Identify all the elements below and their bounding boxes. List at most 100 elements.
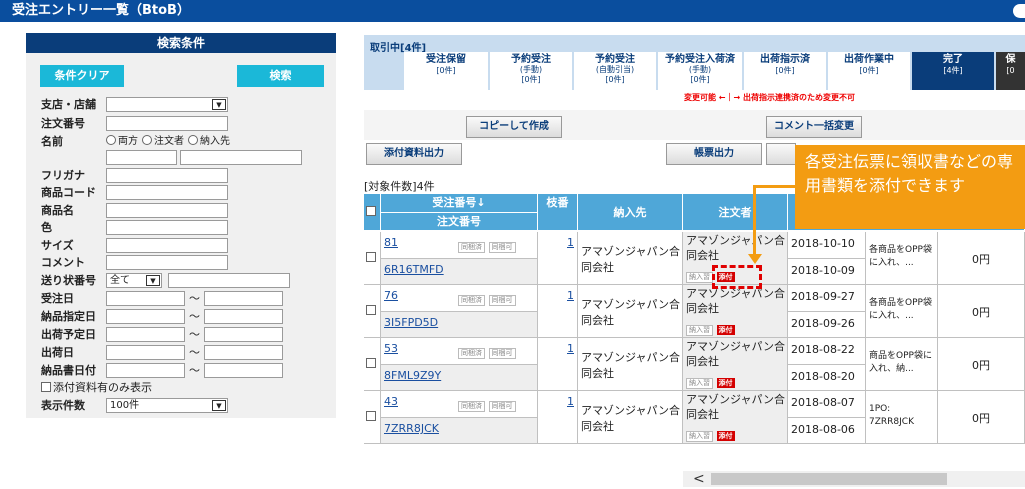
name-input-2[interactable] [180, 150, 302, 165]
order-no-link[interactable]: 81 [384, 236, 398, 249]
invoice-date-from[interactable] [106, 363, 185, 378]
search-header: 検索条件 [26, 33, 336, 53]
delivery-badge: 納入習 [686, 431, 713, 442]
window-control-icon[interactable] [1013, 4, 1025, 18]
name-radio-orderer[interactable]: 注文者 [142, 134, 184, 150]
attachment-badge[interactable]: 添付 [716, 378, 735, 388]
order-number-input[interactable] [106, 116, 228, 131]
attachment-output-button[interactable]: 添付資料出力 [366, 143, 462, 165]
branch-link[interactable]: 1 [567, 395, 574, 408]
page-title-bar: 受注エントリー一覧（BtoB） [0, 0, 1025, 22]
ship-plan-date-to[interactable] [204, 327, 283, 342]
product-code-input[interactable] [106, 185, 228, 200]
row-checkbox-cell [364, 285, 381, 338]
order-no-link[interactable]: 76 [384, 289, 398, 302]
attachment-badge[interactable]: 添付 [716, 325, 735, 335]
furigana-input[interactable] [106, 168, 228, 183]
search-button[interactable]: 検索 [237, 65, 324, 87]
note-cell: 商品をOPP袋に入れ、納... [866, 338, 938, 391]
attachment-only-checkbox[interactable]: 添付資料有のみ表示 [41, 380, 152, 396]
order-date-to[interactable] [204, 291, 283, 306]
row-checkbox[interactable] [366, 411, 376, 421]
select-all-checkbox[interactable] [366, 206, 376, 216]
name-radio-both[interactable]: 両方 [106, 134, 138, 150]
delivery-date-to[interactable] [204, 309, 283, 324]
header-order-number[interactable]: 注文番号 [381, 213, 538, 231]
header-orderer[interactable]: 注文者 [683, 194, 788, 231]
order-number-link[interactable]: 6R16TMFD [384, 263, 444, 276]
branch-link[interactable]: 1 [567, 342, 574, 355]
order-number-cell: 3I5FPD5D [381, 312, 538, 338]
order-no-cell: 76 同梱済 同梱可 [381, 285, 538, 312]
product-code-label: 商品コード [41, 186, 96, 199]
date1-cell: 2018-09-27 [788, 285, 866, 312]
chevron-down-icon: ▼ [212, 400, 226, 411]
clear-conditions-button[interactable]: 条件クリア [40, 65, 124, 87]
size-input[interactable] [106, 238, 228, 253]
order-no-link[interactable]: 53 [384, 342, 398, 355]
invoice-status-select[interactable]: 全て ▼ [106, 273, 162, 288]
tab-order-hold[interactable]: 受注保留 [0件] [404, 52, 488, 90]
header-branch[interactable]: 枝番 [538, 194, 578, 231]
tab-complete[interactable]: 完了 [4件] [912, 52, 994, 90]
date2-cell: 2018-08-20 [788, 365, 866, 391]
merge-ok-badge: 同梱可 [488, 242, 516, 253]
tab-shipping-work[interactable]: 出荷作業中 [0件] [828, 52, 910, 90]
orderer-cell: アマゾンジャパン合同会社 納入習 添付 [683, 338, 788, 391]
store-label: 支店・店舗 [41, 98, 96, 111]
amount-cell: 0円 [938, 285, 1025, 338]
comment-bulk-change-button[interactable]: コメント一括変更 [766, 116, 862, 138]
amount-cell: 0円 [938, 391, 1025, 444]
order-number-cell: 8FML9Z9Y [381, 365, 538, 391]
order-no-link[interactable]: 43 [384, 395, 398, 408]
scroll-left-icon[interactable]: < [693, 471, 705, 487]
name-input-1[interactable] [106, 150, 177, 165]
ship-date-from[interactable] [106, 345, 185, 360]
color-input[interactable] [106, 220, 228, 235]
product-name-input[interactable] [106, 203, 228, 218]
row-checkbox[interactable] [366, 305, 376, 315]
row-checkbox[interactable] [366, 252, 376, 262]
tab-hold-other[interactable]: 保 [0 [996, 52, 1025, 90]
name-radio-delivery[interactable]: 納入先 [188, 134, 230, 150]
branch-link[interactable]: 1 [567, 289, 574, 302]
store-select[interactable]: ▼ [106, 97, 228, 112]
order-number-link[interactable]: 3I5FPD5D [384, 316, 438, 329]
horizontal-scrollbar[interactable]: < [683, 471, 1025, 487]
row-checkbox[interactable] [366, 358, 376, 368]
invoice-date-to[interactable] [204, 363, 283, 378]
attachment-badge[interactable]: 添付 [716, 431, 735, 441]
orderer-cell: アマゾンジャパン合同会社 納入習 添付 [683, 285, 788, 338]
radio-icon [142, 135, 152, 145]
copy-create-button[interactable]: コピーして作成 [466, 116, 562, 138]
display-count-select[interactable]: 100件 ▼ [106, 398, 228, 413]
range-separator: 〜 [189, 346, 200, 359]
scroll-thumb[interactable] [711, 473, 947, 485]
branch-link[interactable]: 1 [567, 236, 574, 249]
order-date-from[interactable] [106, 291, 185, 306]
delivery-cell: アマゾンジャパン合同会社 [578, 391, 683, 444]
ship-date-to[interactable] [204, 345, 283, 360]
header-delivery[interactable]: 納入先 [578, 194, 683, 231]
order-no-cell: 43 同梱済 同梱可 [381, 391, 538, 418]
callout-arrow-line [753, 185, 756, 257]
slip-output-button[interactable]: 帳票出力 [666, 143, 762, 165]
ship-plan-date-from[interactable] [106, 327, 185, 342]
delivery-badge: 納入習 [686, 325, 713, 336]
delivery-cell: アマゾンジャパン合同会社 [578, 338, 683, 391]
order-number-link[interactable]: 7ZRR8JCK [384, 422, 439, 435]
header-order-no[interactable]: 受注番号↓ [381, 194, 538, 213]
delivery-date-from[interactable] [106, 309, 185, 324]
extra-button[interactable] [766, 143, 796, 165]
tab-reserve-auto[interactable]: 予約受注 (自動引当) [0件] [574, 52, 656, 90]
tab-reserve-manual[interactable]: 予約受注 (手動) [0件] [490, 52, 572, 90]
merge-done-badge: 同梱済 [458, 242, 485, 253]
range-separator: 〜 [189, 292, 200, 305]
comment-input[interactable] [106, 255, 228, 270]
date1-cell: 2018-08-22 [788, 338, 866, 365]
invoice-number-input[interactable] [168, 273, 290, 288]
tab-reserve-arrived[interactable]: 予約受注入荷済 (手動) [0件] [658, 52, 742, 90]
status-tab-bar: 取引中[4件] 受注保留 [0件] 予約受注 (手動) [0件] 予約受注 (自動引当)… [364, 35, 1025, 90]
order-number-link[interactable]: 8FML9Z9Y [384, 369, 441, 382]
tab-ship-instructed[interactable]: 出荷指示済 [0件] [744, 52, 826, 90]
